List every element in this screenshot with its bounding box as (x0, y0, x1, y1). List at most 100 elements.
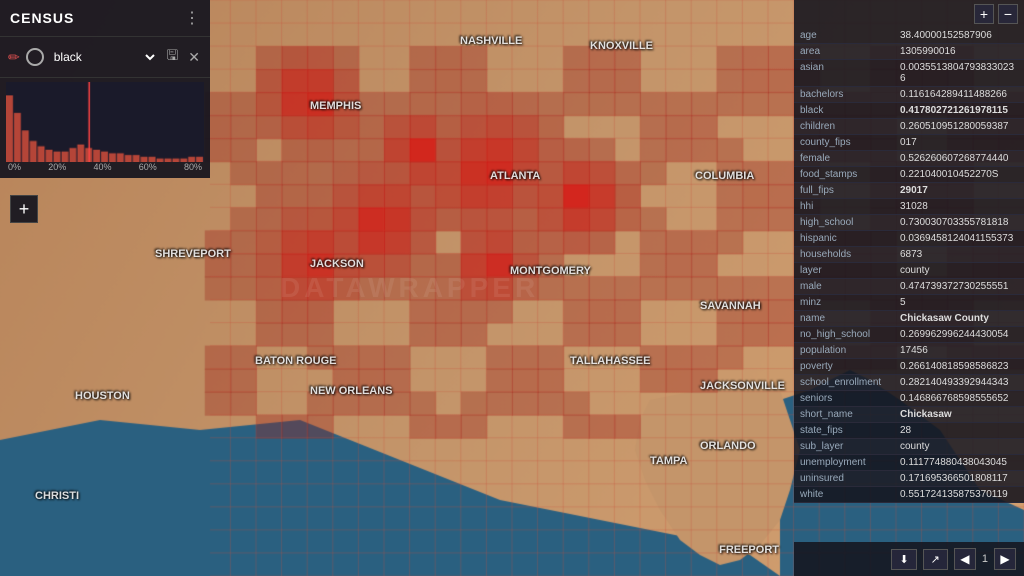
property-key: children (794, 119, 894, 135)
property-value: Chickasaw (894, 407, 1024, 423)
property-key: county_fips (794, 135, 894, 151)
property-key: full_fips (794, 183, 894, 199)
property-row: layercounty (794, 263, 1024, 279)
property-key: population (794, 343, 894, 359)
property-value: 5 (894, 295, 1024, 311)
property-key: sub_layer (794, 439, 894, 455)
property-key: bachelors (794, 87, 894, 103)
property-key: area (794, 44, 894, 60)
property-value: 29017 (894, 183, 1024, 199)
zoom-controls: + − (794, 0, 1024, 28)
property-value: 0.551724135875370119 (894, 487, 1024, 503)
property-row: nameChickasaw County (794, 311, 1024, 327)
property-value: 017 (894, 135, 1024, 151)
property-value: 0.00355138047938330236 (894, 60, 1024, 87)
axis-label-4: 80% (184, 162, 202, 172)
property-key: school_enrollment (794, 375, 894, 391)
prev-page-button[interactable]: ◀ (954, 548, 976, 570)
property-row: children0.260510951280059387 (794, 119, 1024, 135)
axis-label-0: 0% (8, 162, 21, 172)
property-value: 0.116164289411488266 (894, 87, 1024, 103)
property-key: female (794, 151, 894, 167)
panel-menu-button[interactable]: ⋮ (184, 8, 200, 28)
zoom-in-button[interactable]: + (974, 4, 994, 24)
property-key: households (794, 247, 894, 263)
property-row: hhi31028 (794, 199, 1024, 215)
property-row: full_fips29017 (794, 183, 1024, 199)
property-row: white0.551724135875370119 (794, 487, 1024, 503)
layer-draw-icon: ✏ (8, 49, 20, 66)
property-value: 0.282140493392944343 (894, 375, 1024, 391)
page-info: 1 (982, 553, 988, 565)
property-key: poverty (794, 359, 894, 375)
layer-visibility-toggle[interactable] (26, 48, 44, 66)
property-key: asian (794, 60, 894, 87)
property-key: name (794, 311, 894, 327)
property-key: hispanic (794, 231, 894, 247)
property-key: unemployment (794, 455, 894, 471)
property-key: seniors (794, 391, 894, 407)
share-button[interactable]: ↗ (923, 549, 948, 570)
property-row: uninsured0.171695366501808117 (794, 471, 1024, 487)
right-panel: + − age38.40000152587906area1305990016as… (794, 0, 1024, 503)
property-value: 0.526260607268774440 (894, 151, 1024, 167)
property-value: 0.417802721261978115 (894, 103, 1024, 119)
property-row: food_stamps0.221040010452270S (794, 167, 1024, 183)
property-row: black0.417802721261978115 (794, 103, 1024, 119)
property-row: households6873 (794, 247, 1024, 263)
property-row: bachelors0.116164289411488266 (794, 87, 1024, 103)
property-value: 0.111774880438043045 (894, 455, 1024, 471)
property-value: 0.260510951280059387 (894, 119, 1024, 135)
property-key: state_fips (794, 423, 894, 439)
property-row: minz5 (794, 295, 1024, 311)
axis-label-1: 20% (48, 162, 66, 172)
layer-row: ✏ black white hispanic asian 🖫 ✕ (0, 37, 210, 78)
panel-title: CENSUS (10, 10, 74, 26)
zoom-out-button[interactable]: − (998, 4, 1018, 24)
property-value: 0.266140818598586823 (894, 359, 1024, 375)
add-layer-button[interactable]: + (10, 195, 38, 223)
property-key: food_stamps (794, 167, 894, 183)
axis-label-3: 60% (139, 162, 157, 172)
property-row: age38.40000152587906 (794, 28, 1024, 44)
property-row: population17456 (794, 343, 1024, 359)
bottom-toolbar: ⬇ ↗ ◀ 1 ▶ (794, 542, 1024, 576)
property-key: no_high_school (794, 327, 894, 343)
property-row: hispanic0.0369458124041155373 (794, 231, 1024, 247)
property-row: seniors0.146866768598555652 (794, 391, 1024, 407)
property-key: white (794, 487, 894, 503)
histogram-chart (6, 82, 204, 162)
property-key: black (794, 103, 894, 119)
property-value: 0.146866768598555652 (894, 391, 1024, 407)
property-row: school_enrollment0.282140493392944343 (794, 375, 1024, 391)
property-row: county_fips017 (794, 135, 1024, 151)
property-key: uninsured (794, 471, 894, 487)
layer-save-button[interactable]: 🖫 (164, 43, 180, 71)
next-page-button[interactable]: ▶ (994, 548, 1016, 570)
property-value: 38.40000152587906 (894, 28, 1024, 44)
property-value: 0.0369458124041155373 (894, 231, 1024, 247)
property-value: 28 (894, 423, 1024, 439)
property-row: asian0.00355138047938330236 (794, 60, 1024, 87)
property-row: high_school0.730030703355781818 (794, 215, 1024, 231)
axis-label-2: 40% (93, 162, 111, 172)
property-value: 6873 (894, 247, 1024, 263)
property-row: sub_layercounty (794, 439, 1024, 455)
property-key: layer (794, 263, 894, 279)
histogram-axis: 0% 20% 40% 60% 80% (6, 162, 204, 172)
property-row: state_fips28 (794, 423, 1024, 439)
property-key: minz (794, 295, 894, 311)
property-value: 0.171695366501808117 (894, 471, 1024, 487)
property-row: male0.474739372730255551 (794, 279, 1024, 295)
properties-table: age38.40000152587906area1305990016asian0… (794, 28, 1024, 503)
layer-select[interactable]: black white hispanic asian (50, 49, 159, 65)
histogram-container: 0% 20% 40% 60% 80% (0, 78, 210, 178)
layer-close-button[interactable]: ✕ (186, 47, 202, 68)
property-key: high_school (794, 215, 894, 231)
property-row: area1305990016 (794, 44, 1024, 60)
property-key: hhi (794, 199, 894, 215)
property-row: unemployment0.111774880438043045 (794, 455, 1024, 471)
property-row: short_nameChickasaw (794, 407, 1024, 423)
property-row: no_high_school0.269962996244430054 (794, 327, 1024, 343)
export-button[interactable]: ⬇ (891, 549, 916, 570)
